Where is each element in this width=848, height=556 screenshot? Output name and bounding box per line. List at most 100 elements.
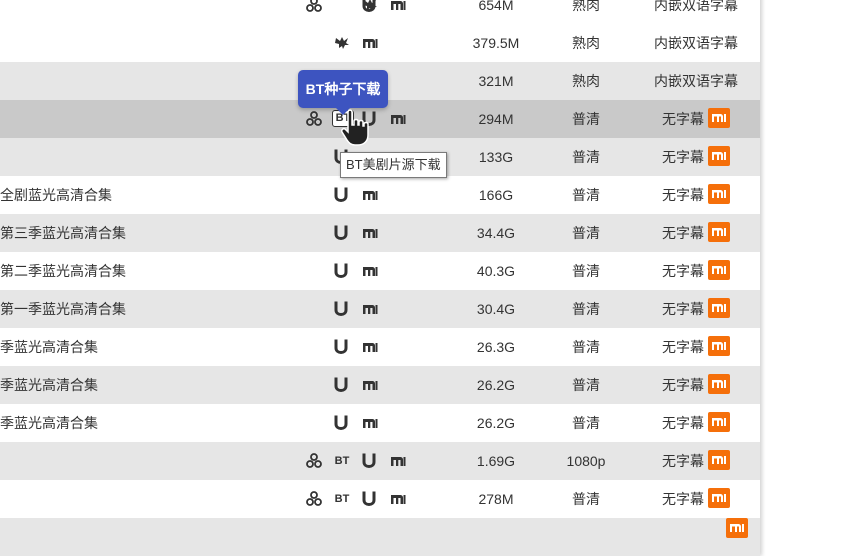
xiaomi-icon[interactable] [390,453,406,469]
subtitle-label: 无字幕 [662,453,704,469]
magnet-icon[interactable] [334,301,348,317]
thunder-icon[interactable] [362,0,378,13]
table-row[interactable]: 季蓝光高清合集 26.2G 普清 无字幕 [0,366,760,404]
table-row[interactable] [0,518,760,556]
subtitle-cell: 无字幕 [626,366,766,404]
file-size: 294M [478,111,514,127]
xiaomi-icon[interactable] [362,377,378,393]
bt-tooltip-label: BT美剧片源下载 [346,157,441,172]
share-icon[interactable] [306,111,322,127]
xiaomi-icon[interactable] [390,111,406,127]
subtitle-label: 内嵌双语字幕 [654,35,738,51]
resource-title[interactable]: 全剧蓝光高清合集 [0,176,112,214]
resource-title[interactable]: 第三季蓝光高清合集 [0,214,126,252]
magnet-icon[interactable] [362,491,376,507]
subtitle-cell: 无字幕 [626,442,766,480]
thunder-icon[interactable] [334,35,350,51]
xiaomi-icon[interactable] [362,187,378,203]
magnet-icon[interactable] [334,339,348,355]
magnet-icon[interactable] [362,453,376,469]
share-icon[interactable] [306,0,322,13]
magnet-icon[interactable] [334,263,348,279]
subtitle-cell: 无字幕 [626,100,766,138]
xiaomi-badge-icon[interactable] [708,146,730,167]
table-row[interactable]: 第一季蓝光高清合集 30.4G 普清 无字幕 [0,290,760,328]
magnet-icon[interactable] [334,415,348,431]
table-row[interactable]: 季蓝光高清合集 26.2G 普清 无字幕 [0,404,760,442]
bt-download-link[interactable]: BT [332,491,352,507]
subtitle-cell [626,518,766,556]
xiaomi-icon[interactable] [390,0,406,13]
xiaomi-icon[interactable] [362,263,378,279]
table-row[interactable]: BT 278M 普清 无字幕 [0,480,760,518]
subtitle-label: 无字幕 [662,301,704,317]
xiaomi-badge-icon[interactable] [708,222,730,243]
xiaomi-badge-icon[interactable] [708,450,730,471]
subtitle-cell: 无字幕 [626,252,766,290]
bt-download-link[interactable]: BT [332,453,352,469]
quality-label: 熟肉 [572,73,600,89]
xiaomi-badge-icon[interactable] [708,298,730,319]
file-size: 26.3G [476,339,516,355]
quality-label: 普清 [572,415,600,431]
subtitle-label: 无字幕 [662,377,704,393]
quality-label: 普清 [572,301,600,317]
file-size: 26.2G [476,377,516,393]
quality-label: 普清 [572,263,600,279]
table-row[interactable]: 第二季蓝光高清合集 40.3G 普清 无字幕 [0,252,760,290]
share-icon[interactable] [306,491,322,507]
subtitle-cell: 无字幕 [626,290,766,328]
quality-label: 普清 [572,187,600,203]
xiaomi-icon[interactable] [362,225,378,241]
quality-label: 普清 [572,377,600,393]
xiaomi-badge-icon[interactable] [708,336,730,357]
subtitle-cell: 内嵌双语字幕 [626,24,766,62]
subtitle-label: 内嵌双语字幕 [654,73,738,89]
subtitle-label: 内嵌双语字幕 [654,0,738,13]
resource-title[interactable]: 季蓝光高清合集 [0,404,98,442]
resource-title[interactable]: 第二季蓝光高清合集 [0,252,126,290]
table-row[interactable]: 第三季蓝光高清合集 34.4G 普清 无字幕 [0,214,760,252]
xiaomi-badge-icon[interactable] [726,518,748,539]
xiaomi-icon[interactable] [362,35,378,51]
table-row[interactable]: 654M 熟肉 内嵌双语字幕 [0,0,760,24]
xiaomi-badge-icon[interactable] [708,184,730,205]
subtitle-cell: 无字幕 [626,138,766,176]
xiaomi-icon[interactable] [362,339,378,355]
subtitle-label: 无字幕 [662,263,704,279]
xiaomi-icon[interactable] [362,301,378,317]
subtitle-label: 无字幕 [662,415,704,431]
xiaomi-badge-icon[interactable] [708,260,730,281]
file-size: 133G [478,149,514,165]
xiaomi-badge-icon[interactable] [708,412,730,433]
bt-download-popup[interactable]: BT种子下载 [298,70,388,115]
xiaomi-badge-icon[interactable] [708,488,730,509]
quality-label: 普清 [572,339,600,355]
share-icon[interactable] [306,453,322,469]
resource-title[interactable]: 季蓝光高清合集 [0,366,98,404]
table-row[interactable]: BT 1.69G 1080p 无字幕 [0,442,760,480]
quality-label: 普清 [572,111,600,127]
xiaomi-icon[interactable] [390,491,406,507]
subtitle-label: 无字幕 [662,149,704,165]
quality-label: 熟肉 [572,0,600,13]
subtitle-label: 无字幕 [662,339,704,355]
xiaomi-icon[interactable] [362,415,378,431]
subtitle-cell: 内嵌双语字幕 [626,62,766,100]
subtitle-label: 无字幕 [662,111,704,127]
resource-title[interactable]: 季蓝光高清合集 [0,328,98,366]
table-row[interactable]: 全剧蓝光高清合集 166G 普清 无字幕 [0,176,760,214]
table-row[interactable]: 季蓝光高清合集 26.3G 普清 无字幕 [0,328,760,366]
subtitle-cell: 无字幕 [626,404,766,442]
xiaomi-badge-icon[interactable] [708,374,730,395]
bt-tooltip: BT美剧片源下载 [340,152,447,178]
table-row[interactable]: 379.5M 熟肉 内嵌双语字幕 [0,24,760,62]
resource-title[interactable]: 第一季蓝光高清合集 [0,290,126,328]
subtitle-cell: 无字幕 [626,328,766,366]
magnet-icon[interactable] [334,187,348,203]
magnet-icon[interactable] [334,225,348,241]
xiaomi-badge-icon[interactable] [708,108,730,129]
file-size: 166G [478,187,514,203]
file-size: 40.3G [476,263,516,279]
magnet-icon[interactable] [334,377,348,393]
